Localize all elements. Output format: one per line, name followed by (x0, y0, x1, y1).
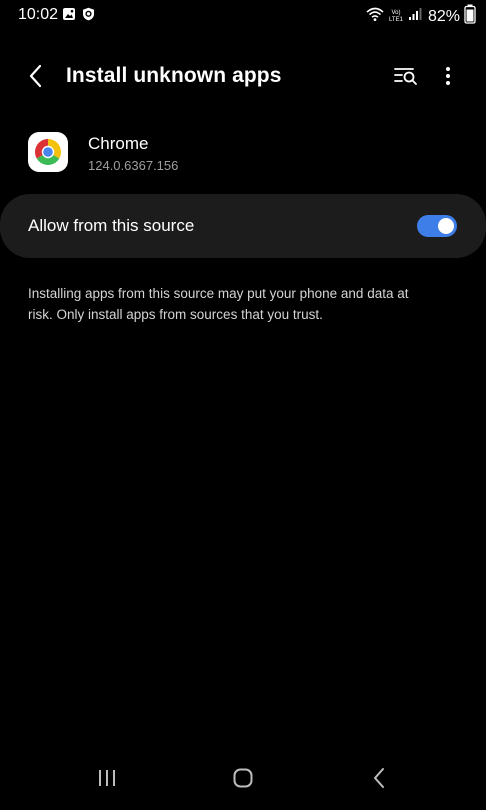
warning-text: Installing apps from this source may put… (28, 286, 409, 322)
nav-back-button[interactable] (366, 767, 394, 794)
volte-label: Vo) (391, 9, 401, 16)
chevron-left-icon (28, 64, 44, 93)
lte-label: LTE1 (389, 16, 403, 23)
search-settings-icon (393, 65, 419, 92)
navigation-bar (0, 758, 486, 802)
status-time: 10:02 (18, 6, 59, 23)
back-icon (372, 767, 388, 794)
toggle-knob (438, 218, 454, 234)
page-title: Install unknown apps (66, 64, 282, 87)
allow-from-source-toggle[interactable] (417, 215, 457, 237)
home-button[interactable] (229, 768, 257, 792)
battery-icon (464, 4, 476, 29)
search-settings-button[interactable] (392, 64, 420, 92)
signal-icon (408, 7, 422, 26)
battery-percent: 82% (427, 7, 460, 25)
status-left-icons (62, 7, 95, 26)
toolbar: Install unknown apps (0, 56, 486, 100)
more-vertical-icon (445, 66, 451, 91)
back-button[interactable] (22, 64, 50, 92)
recents-button[interactable] (93, 768, 121, 792)
app-version: 124.0.6367.156 (88, 158, 179, 173)
recents-icon (96, 768, 118, 793)
home-icon (232, 768, 254, 793)
status-bar: 10:02 Vo) LTE1 82% (0, 0, 486, 30)
allow-from-source-row[interactable]: Allow from this source (0, 194, 486, 258)
allow-from-source-label: Allow from this source (28, 216, 195, 235)
app-name: Chrome (88, 134, 149, 153)
status-right-icons: Vo) LTE1 82% (366, 4, 476, 29)
chrome-icon (28, 132, 68, 172)
wifi-icon (366, 6, 384, 27)
more-options-button[interactable] (436, 64, 460, 92)
network-type-label: Vo) LTE1 (388, 10, 404, 24)
gallery-icon (62, 7, 76, 26)
shield-icon (82, 7, 95, 26)
